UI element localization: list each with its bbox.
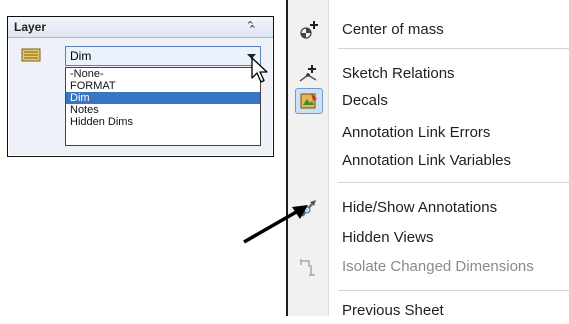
layer-panel-title: Layer (14, 20, 47, 34)
menu-item-label: Sketch Relations (342, 65, 455, 82)
menu-item-decals[interactable]: Decals (288, 88, 569, 114)
center-of-mass-icon (300, 21, 318, 39)
context-menu: Center of mass Sketch Relations Decals A… (286, 0, 569, 319)
layer-folder-icon (21, 48, 41, 62)
decals-icon (295, 88, 323, 114)
layer-dropdown-list: -None- FORMAT Dim Notes Hidden Dims (65, 67, 261, 146)
layer-dropdown[interactable]: Dim (65, 46, 261, 66)
layer-panel-body: Dim -None- FORMAT Dim Notes Hidden Dims (9, 38, 272, 155)
mouse-pointer-icon (251, 57, 268, 83)
layer-option-selected[interactable]: Dim (66, 92, 260, 104)
menu-item-previous-sheet[interactable]: Previous Sheet (288, 298, 569, 324)
menu-item-hidden-views[interactable]: Hidden Views (288, 225, 569, 251)
menu-item-label: Decals (342, 92, 388, 109)
menu-item-label: Hidden Views (342, 229, 434, 246)
double-chevron-up-icon[interactable]: ⌃⌃ (246, 19, 264, 36)
menu-item-label: Previous Sheet (342, 302, 444, 319)
menu-item-label: Annotation Link Errors (342, 124, 491, 141)
layer-panel-header: Layer ⌃⌃ (8, 17, 273, 38)
layer-option[interactable]: Notes (66, 104, 260, 116)
layer-option[interactable]: -None- (66, 68, 260, 80)
callout-arrow-icon (243, 205, 308, 244)
menu-separator (338, 182, 569, 183)
menu-separator (338, 48, 569, 49)
menu-item-center-of-mass[interactable]: Center of mass (288, 17, 569, 43)
menu-item-label: Annotation Link Variables (342, 152, 511, 169)
menu-item-annotation-link-variables[interactable]: Annotation Link Variables (288, 148, 569, 174)
menu-item-sketch-relations[interactable]: Sketch Relations (288, 61, 569, 87)
menu-item-label: Hide/Show Annotations (342, 199, 498, 216)
menu-item-isolate-changed-dimensions[interactable]: Isolate Changed Dimensions (288, 254, 569, 280)
menu-item-label: Center of mass (342, 21, 444, 38)
menu-item-label: Isolate Changed Dimensions (342, 258, 534, 275)
layer-panel: Layer ⌃⌃ Dim -None- FORMAT Dim Notes Hid… (7, 16, 274, 157)
layer-option[interactable]: FORMAT (66, 80, 260, 92)
menu-separator (338, 290, 569, 291)
sketch-relations-icon (299, 65, 317, 82)
menu-item-hide-show-annotations[interactable]: Hide/Show Annotations (288, 195, 569, 221)
isolate-dimensions-icon (300, 259, 315, 276)
layer-dropdown-value: Dim (70, 49, 92, 63)
layer-option[interactable]: Hidden Dims (66, 116, 260, 128)
menu-item-annotation-link-errors[interactable]: Annotation Link Errors (288, 120, 569, 146)
